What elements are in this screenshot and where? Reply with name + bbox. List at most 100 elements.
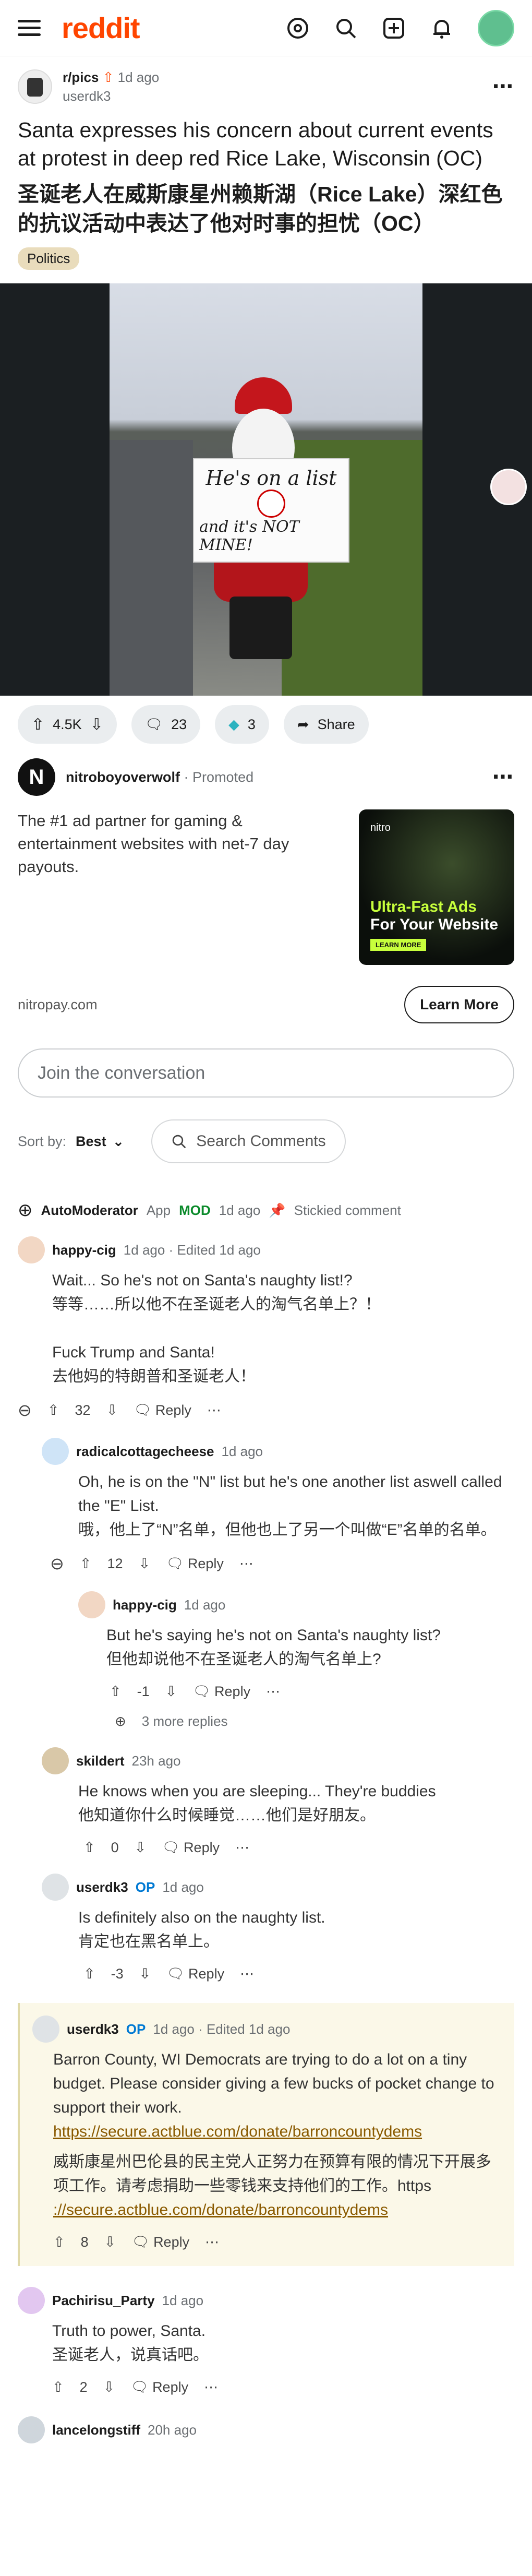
downvote-icon[interactable]: ⇩ [165,1684,177,1700]
post-image[interactable]: He's on a list and it's NOT MINE! [0,283,532,696]
more-icon[interactable]: ⋯ [266,1684,280,1700]
more-icon[interactable]: ⋯ [207,1402,221,1418]
app-badge: App [146,1202,171,1218]
comment-author[interactable]: happy-cig [52,1242,116,1258]
avatar[interactable] [78,1591,105,1618]
expand-icon[interactable]: ⊕ [115,1713,126,1730]
more-icon[interactable]: ⋯ [205,2234,219,2250]
downvote-icon[interactable]: ⇩ [90,715,103,734]
upvote-icon[interactable]: ⇧ [80,1556,92,1572]
sort-bar: Sort by: Best ⌄ Search Comments [0,1098,532,1163]
highlighted-comment: userdk3 OP 1d ago · Edited 1d ago Barron… [18,2003,514,2266]
reply-button[interactable]: 🗨 Reply [131,2234,189,2250]
subreddit-name[interactable]: r/pics [63,69,99,85]
more-icon[interactable]: ⋯ [204,2379,218,2395]
comment-text: Truth to power, Santa. [52,2322,206,2340]
comment-text: 圣诞老人，说真话吧。 [52,2346,209,2364]
avatar[interactable] [42,1438,69,1465]
donate-link[interactable]: https://secure.actblue.com/donate/barron… [53,2120,502,2144]
upvote-icon[interactable]: ⇧ [83,1840,95,1856]
comment-text: But he's saying he's not on Santa's naug… [106,1627,441,1644]
comment-author[interactable]: Pachirisu_Party [52,2293,155,2309]
upvote-icon[interactable]: ⇧ [83,1966,95,1982]
comment-meta: 1d ago [184,1596,226,1613]
ad-image[interactable]: nitro Ultra-Fast Ads For Your Website LEA… [359,809,514,965]
advertiser-logo[interactable]: N [18,758,55,796]
upvote-icon[interactable]: ⇧ [110,1684,122,1700]
avatar[interactable] [18,2287,45,2314]
post-author[interactable]: userdk3 [63,87,159,105]
popular-icon[interactable] [286,16,310,40]
sign-line-1: He's on a list [205,467,337,490]
op-badge: OP [126,2021,146,2037]
more-icon[interactable]: ⋯ [235,1840,249,1856]
collapse-icon[interactable]: ⊖ [50,1554,64,1573]
upvote-icon[interactable]: ⇧ [31,715,44,734]
comment-meta: 1d ago [162,2292,204,2308]
reply-button[interactable]: 🗨 Reply [162,1839,220,1856]
automod-comment-collapsed[interactable]: ⊕ AutoModerator App MOD 1d ago 📌 Stickie… [0,1163,532,1221]
comment-author[interactable]: userdk3 [67,2021,119,2037]
post-flair[interactable]: Politics [18,247,80,270]
search-comments-button[interactable]: Search Comments [151,1119,346,1163]
user-avatar[interactable] [478,9,514,46]
downvote-icon[interactable]: ⇩ [138,1556,150,1572]
sign-line-2: and it's NOT MINE! [199,518,299,554]
advertiser-name[interactable]: nitroboyoverwolf [66,769,180,785]
downvote-icon[interactable]: ⇩ [104,2234,116,2250]
learn-more-button[interactable]: Learn More [404,986,514,1023]
ad-menu-icon[interactable]: ⋯ [492,765,514,789]
score: 0 [111,1839,119,1855]
comment-text: Barron County, WI Democrats are trying t… [53,2051,494,2116]
more-icon[interactable]: ⋯ [240,1966,254,1982]
ad-image-button: LEARN MORE [370,939,427,951]
join-conversation-input[interactable]: Join the conversation [18,1048,514,1098]
comment-text: Is definitely also on the naughty list. [78,1909,325,1926]
comment-author[interactable]: radicalcottagecheese [76,1444,214,1460]
collapse-icon[interactable]: ⊖ [18,1400,32,1420]
award-button[interactable]: ◆ 3 [215,705,269,744]
create-post-icon[interactable] [382,16,406,40]
reddit-logo[interactable]: reddit [62,11,140,45]
upvote-icon[interactable]: ⇧ [52,2379,64,2395]
post-actions: ⇧ 4.5K ⇩ 🗨 23 ◆ 3 ➦ Share [0,696,532,744]
comment-author[interactable]: skildert [76,1753,125,1769]
automod-name[interactable]: AutoModerator [41,1202,138,1219]
avatar[interactable] [32,2016,59,2043]
reply-button[interactable]: 🗨 Reply [134,1402,191,1418]
downvote-icon[interactable]: ⇩ [103,2379,115,2395]
more-icon[interactable]: ⋯ [239,1556,253,1572]
search-icon[interactable] [334,16,358,40]
avatar[interactable] [42,1874,69,1901]
comment-author[interactable]: userdk3 [76,1879,128,1895]
comment-author[interactable]: lancelongstiff [52,2422,140,2438]
avatar[interactable] [18,2416,45,2443]
avatar[interactable] [18,1236,45,1263]
comments-button[interactable]: 🗨 23 [131,705,201,744]
share-button[interactable]: ➦ Share [283,705,369,744]
avatar[interactable] [42,1747,69,1774]
more-replies-link[interactable]: ⊕ 3 more replies [78,1713,514,1730]
menu-icon[interactable] [18,20,41,36]
reply-button[interactable]: 🗨 Reply [166,1555,224,1572]
overflow-menu-icon[interactable]: ⋯ [492,75,514,99]
comment-text: 威斯康星州巴伦县的民主党人正努力在预算有限的情况下开展多项工作。请考虑捐助一些零… [53,2153,491,2195]
notifications-icon[interactable] [430,16,454,40]
ad-url[interactable]: nitropay.com [18,997,98,1013]
comment-text: Oh, he is on the "N" list but he's one a… [78,1473,502,1514]
upvote-icon[interactable]: ⇧ [53,2234,65,2250]
downvote-icon[interactable]: ⇩ [106,1402,118,1418]
reply-button[interactable]: 🗨 Reply [130,2379,188,2395]
subreddit-avatar[interactable] [18,69,52,104]
donate-link-translated[interactable]: ://secure.actblue.com/donate/barroncount… [53,2198,502,2222]
comment-author[interactable]: happy-cig [113,1597,177,1613]
downvote-icon[interactable]: ⇩ [135,1840,147,1856]
downvote-icon[interactable]: ⇩ [139,1966,151,1982]
upvote-icon[interactable]: ⇧ [47,1402,59,1418]
comment-icon: 🗨 [144,717,163,732]
reply-button[interactable]: 🗨 Reply [166,1965,224,1982]
floating-action-button[interactable] [490,469,527,505]
reply-button[interactable]: 🗨 Reply [192,1683,250,1700]
expand-icon[interactable]: ⊕ [18,1200,33,1221]
sort-dropdown[interactable]: Best ⌄ [76,1134,124,1150]
